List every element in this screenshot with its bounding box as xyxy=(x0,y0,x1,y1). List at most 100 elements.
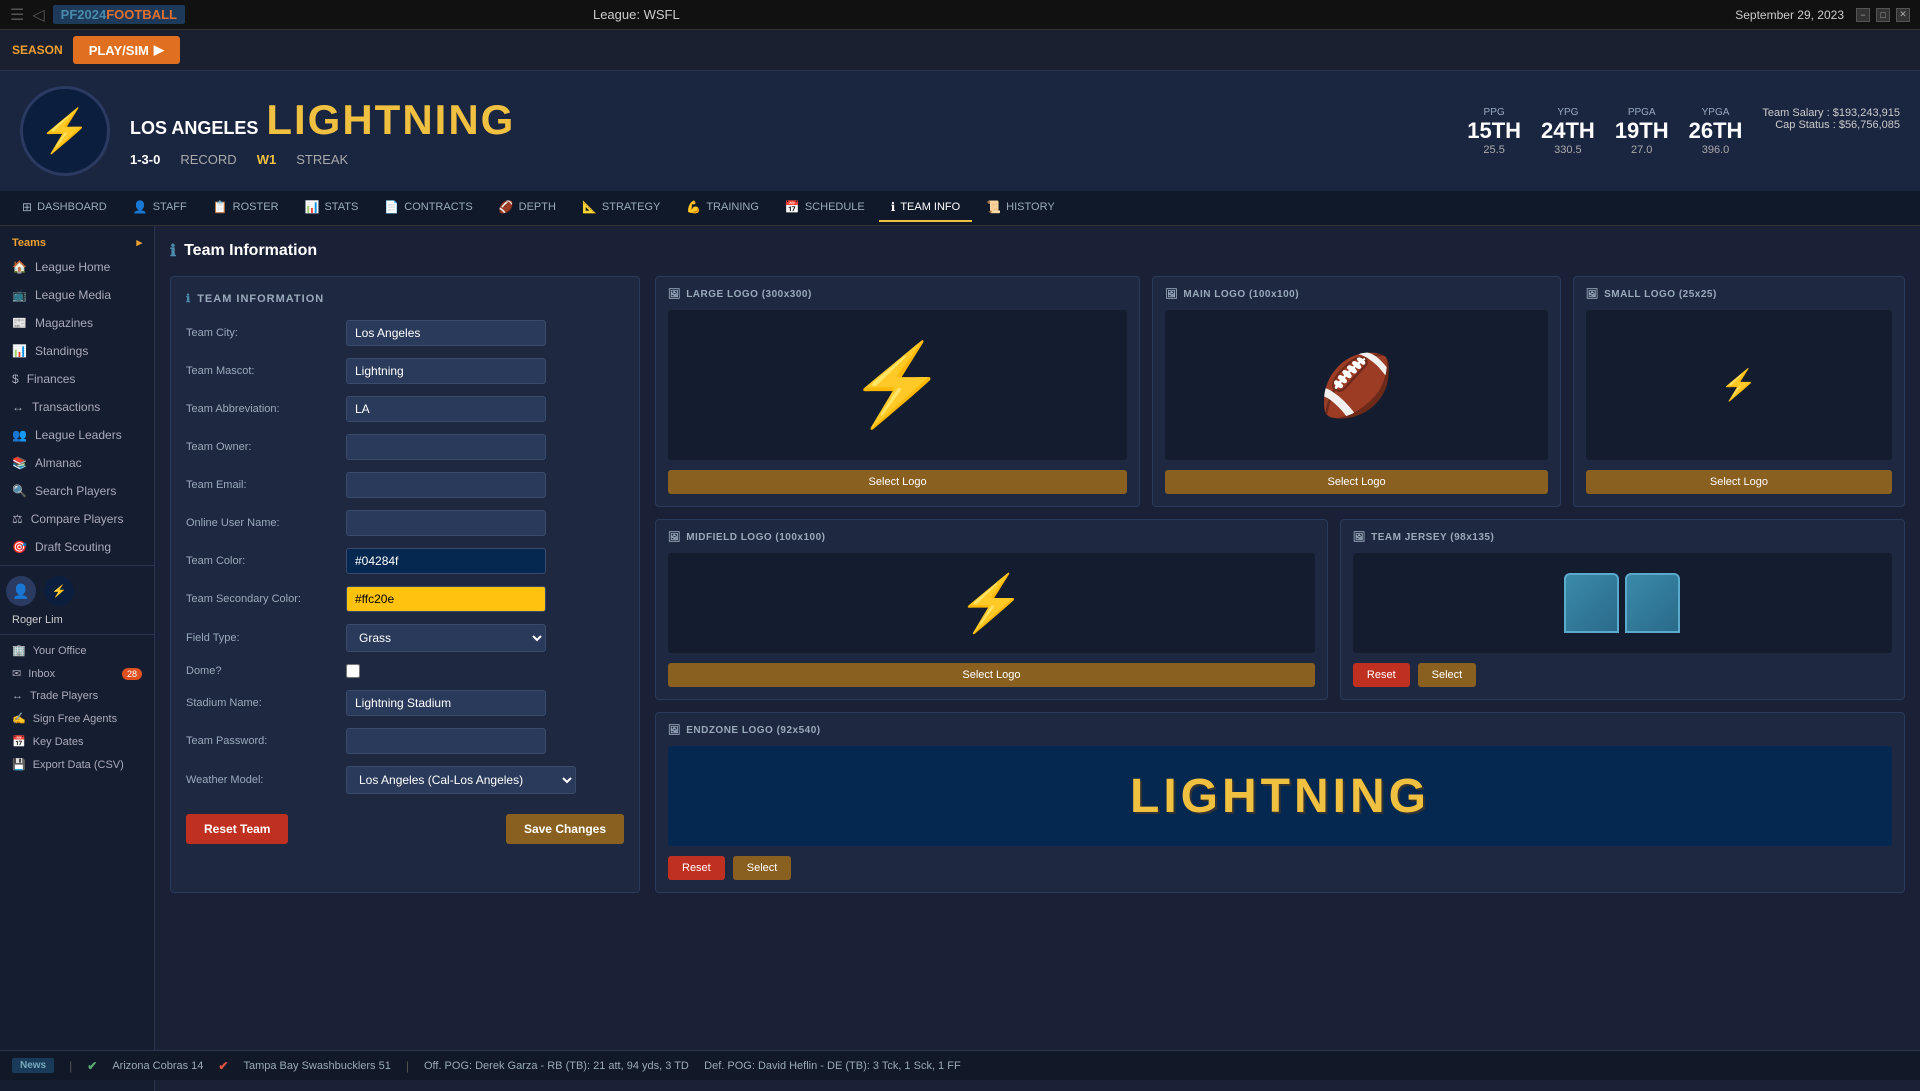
ypg-val: 330.5 xyxy=(1541,144,1595,156)
minimize-button[interactable]: − xyxy=(1856,8,1870,22)
sidebar-item-search-players[interactable]: 🔍 Search Players xyxy=(0,477,154,505)
midfield-logo-panel: 🖼 MIDFIELD LOGO (100x100) ⚡ Select Logo xyxy=(655,519,1328,700)
field-type-select[interactable]: Grass Turf xyxy=(346,624,546,652)
sidebar-league-home-label: League Home xyxy=(35,260,110,274)
search-players-icon: 🔍 xyxy=(12,484,27,498)
tab-training[interactable]: 💪 TRAINING xyxy=(674,194,771,222)
tab-history[interactable]: 📜 HISTORY xyxy=(974,194,1066,222)
endzone-reset-button[interactable]: Reset xyxy=(668,856,725,880)
sidebar-expand-icon[interactable]: ▸ xyxy=(136,236,142,249)
tab-stats[interactable]: 📊 STATS xyxy=(293,194,371,222)
team-mascot-row: Team Mascot: xyxy=(186,358,624,384)
tab-strategy[interactable]: 📐 STRATEGY xyxy=(570,194,672,222)
sidebar-item-standings[interactable]: 📊 Standings xyxy=(0,337,154,365)
tab-schedule-label: SCHEDULE xyxy=(805,201,865,213)
sidebar-item-magazines[interactable]: 📰 Magazines xyxy=(0,309,154,337)
jersey-piece-2 xyxy=(1625,573,1680,633)
team-mascot-input[interactable] xyxy=(346,358,546,384)
password-input[interactable] xyxy=(346,728,546,754)
endzone-select-button[interactable]: Select xyxy=(733,856,792,880)
maximize-button[interactable]: □ xyxy=(1876,8,1890,22)
ypga-label: YPGA xyxy=(1689,107,1743,118)
tab-dashboard[interactable]: ⊞ DASHBOARD xyxy=(10,194,119,222)
sidebar-export-label: Export Data (CSV) xyxy=(33,759,124,771)
main-logo-select-button[interactable]: Select Logo xyxy=(1165,470,1548,494)
sidebar-item-league-home[interactable]: 🏠 League Home xyxy=(0,253,154,281)
sidebar-transactions-label: Transactions xyxy=(32,400,100,414)
tab-schedule[interactable]: 📅 SCHEDULE xyxy=(773,194,877,222)
sidebar-item-league-leaders[interactable]: 👥 League Leaders xyxy=(0,421,154,449)
draft-scouting-icon: 🎯 xyxy=(12,540,27,554)
almanac-icon: 📚 xyxy=(12,456,27,470)
menu-icon[interactable]: ☰ xyxy=(10,5,24,25)
sidebar-item-export-data[interactable]: 💾 Export Data (CSV) xyxy=(0,753,154,776)
streak-label: STREAK xyxy=(296,152,348,167)
midfield-logo-title: MIDFIELD LOGO (100x100) xyxy=(686,532,825,543)
inbox-icon: ✉ xyxy=(12,667,21,680)
title-bar-right: September 29, 2023 − □ ✕ xyxy=(1735,8,1910,22)
sidebar-item-inbox[interactable]: ✉ Inbox 28 xyxy=(0,662,154,685)
logos-column: 🖼 LARGE LOGO (300x300) ⚡ Select Logo 🖼 M… xyxy=(655,276,1905,893)
team-email-input[interactable] xyxy=(346,472,546,498)
team-secondary-color-row: Team Secondary Color: xyxy=(186,586,624,612)
finances-icon: $ xyxy=(12,372,19,386)
jersey-select-button[interactable]: Select xyxy=(1418,663,1477,687)
sidebar-item-trade-players[interactable]: ↔ Trade Players xyxy=(0,685,154,707)
tab-staff[interactable]: 👤 STAFF xyxy=(121,194,199,222)
ppga-rank: 19TH xyxy=(1615,118,1669,144)
save-changes-button[interactable]: Save Changes xyxy=(506,814,624,844)
team-city-input[interactable] xyxy=(346,320,546,346)
large-logo-select-button[interactable]: Select Logo xyxy=(668,470,1127,494)
ppga-label: PPGA xyxy=(1615,107,1669,118)
sidebar-item-sign-free-agents[interactable]: ✍ Sign Free Agents xyxy=(0,707,154,730)
season-label: SEASON xyxy=(12,43,63,57)
form-header-label: TEAM INFORMATION xyxy=(197,293,324,305)
endzone-logo-icon: 🖼 xyxy=(668,725,681,736)
sidebar-item-almanac[interactable]: 📚 Almanac xyxy=(0,449,154,477)
dome-label: Dome? xyxy=(186,665,346,677)
small-logo-title: SMALL LOGO (25x25) xyxy=(1604,289,1717,300)
ppga-val: 27.0 xyxy=(1615,144,1669,156)
tab-roster[interactable]: 📋 ROSTER xyxy=(201,194,291,222)
team-secondary-color-input[interactable] xyxy=(346,586,546,612)
sidebar-item-draft-scouting[interactable]: 🎯 Draft Scouting xyxy=(0,533,154,561)
sidebar-item-transactions[interactable]: ↔ Transactions xyxy=(0,393,154,421)
small-logo-icon: 🖼 xyxy=(1586,289,1599,300)
stadium-row: Stadium Name: xyxy=(186,690,624,716)
sidebar-item-finances[interactable]: $ Finances xyxy=(0,365,154,393)
jersey-actions: Reset Select xyxy=(1353,663,1892,687)
online-user-input[interactable] xyxy=(346,510,546,536)
dome-checkbox[interactable] xyxy=(346,664,360,678)
tab-depth[interactable]: 🏈 DEPTH xyxy=(487,194,568,222)
endzone-actions: Reset Select xyxy=(668,856,1892,880)
tab-team-info[interactable]: ℹ TEAM INFO xyxy=(879,194,972,222)
midfield-logo-select-button[interactable]: Select Logo xyxy=(668,663,1315,687)
team-owner-input[interactable] xyxy=(346,434,546,460)
main-logo-display: 🏈 xyxy=(1165,310,1548,460)
team-email-label: Team Email: xyxy=(186,479,346,491)
play-sim-button[interactable]: PLAY/SIM ▶ xyxy=(73,36,180,64)
salary-block: Team Salary : $193,243,915 Cap Status : … xyxy=(1762,107,1900,131)
sidebar-teams-header: Teams ▸ xyxy=(0,226,154,253)
back-icon[interactable]: ◁ xyxy=(32,5,44,25)
sidebar-item-compare-players[interactable]: ⚖ Compare Players xyxy=(0,505,154,533)
tab-contracts[interactable]: 📄 CONTRACTS xyxy=(372,194,484,222)
sidebar-item-league-media[interactable]: 📺 League Media xyxy=(0,281,154,309)
user-section: 👤 ⚡ xyxy=(0,570,154,612)
small-logo-select-button[interactable]: Select Logo xyxy=(1586,470,1892,494)
sidebar-item-key-dates[interactable]: 📅 Key Dates xyxy=(0,730,154,753)
team-color-input[interactable] xyxy=(346,548,546,574)
sidebar-league-media-label: League Media xyxy=(35,288,111,302)
team-abbrev-input[interactable] xyxy=(346,396,546,422)
reset-team-button[interactable]: Reset Team xyxy=(186,814,288,844)
sidebar-item-your-office[interactable]: 🏢 Your Office xyxy=(0,639,154,662)
window-controls[interactable]: − □ ✕ xyxy=(1856,8,1910,22)
stadium-input[interactable] xyxy=(346,690,546,716)
user-name-display: Roger Lim xyxy=(0,612,154,630)
weather-row: Weather Model: Los Angeles (Cal-Los Ange… xyxy=(186,766,624,794)
sidebar-standings-label: Standings xyxy=(35,344,88,358)
key-dates-icon: 📅 xyxy=(12,735,26,748)
weather-select[interactable]: Los Angeles (Cal-Los Angeles) xyxy=(346,766,576,794)
jersey-reset-button[interactable]: Reset xyxy=(1353,663,1410,687)
close-button[interactable]: ✕ xyxy=(1896,8,1910,22)
